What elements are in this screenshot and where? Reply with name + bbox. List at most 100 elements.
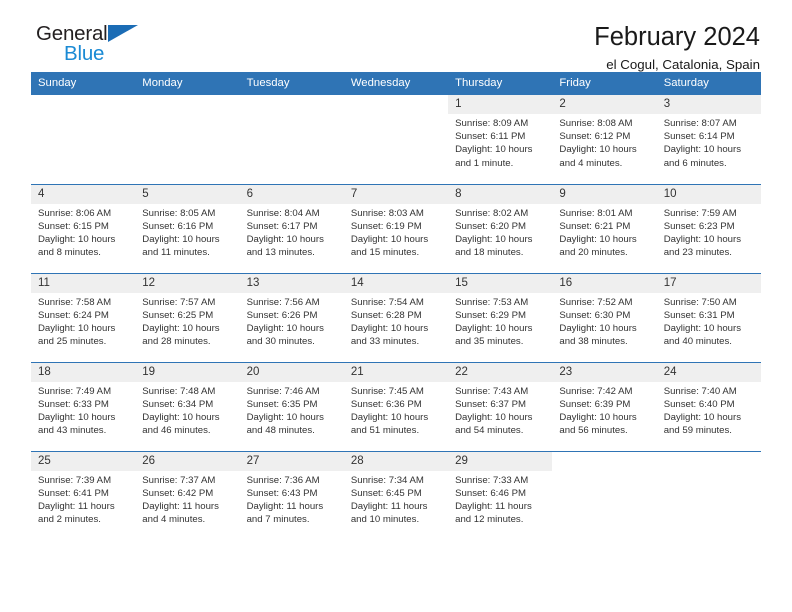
calendar-day-cell[interactable]: 1 Sunrise: 8:09 AM Sunset: 6:11 PM Daylight… xyxy=(448,95,553,184)
day-details: Sunrise: 7:37 AM Sunset: 6:42 PM Daylight:… xyxy=(135,471,239,527)
sunrise-time: Sunrise: 8:04 AM xyxy=(246,207,320,219)
daylight-duration-line1: Daylight: 10 hours xyxy=(663,411,742,423)
calendar-day-cell[interactable]: 11 Sunrise: 7:58 AM Sunset: 6:24 PM Dayligh… xyxy=(31,272,136,362)
day-details: Sunrise: 8:09 AM Sunset: 6:11 PM Daylight:… xyxy=(448,114,552,170)
day-number: 10 xyxy=(656,184,761,204)
day-details: Sunrise: 8:02 AM Sunset: 6:20 PM Daylight:… xyxy=(448,204,552,260)
calendar-day-cell[interactable]: 6 Sunrise: 8:04 AM Sunset: 6:17 PM Daylight… xyxy=(239,183,344,273)
day-number: 23 xyxy=(552,362,657,382)
sunset-time: Sunset: 6:45 PM xyxy=(350,487,422,499)
calendar-header-row: Sunday Monday Tuesday Wednesday Thursday… xyxy=(31,72,761,95)
calendar-day-cell[interactable]: 29 Sunrise: 7:33 AM Sunset: 6:46 PM Dayligh… xyxy=(448,450,553,540)
calendar-day-cell[interactable]: 2 Sunrise: 8:08 AM Sunset: 6:12 PM Daylight… xyxy=(552,95,657,184)
calendar-day-cell[interactable]: 18 Sunrise: 7:49 AM Sunset: 6:33 PM Dayligh… xyxy=(31,361,136,451)
generalblue-logo[interactable]: General Blue xyxy=(36,22,156,68)
day-details: Sunrise: 8:01 AM Sunset: 6:21 PM Daylight:… xyxy=(552,204,656,260)
calendar-day-cell[interactable] xyxy=(135,95,240,184)
sunset-time: Sunset: 6:35 PM xyxy=(246,398,318,410)
calendar-day-cell[interactable]: 26 Sunrise: 7:37 AM Sunset: 6:42 PM Dayligh… xyxy=(135,450,240,540)
calendar-day-cell[interactable]: 9 Sunrise: 8:01 AM Sunset: 6:21 PM Daylight… xyxy=(552,183,657,273)
calendar-day-cell[interactable]: 28 Sunrise: 7:34 AM Sunset: 6:45 PM Dayligh… xyxy=(343,450,449,540)
sunrise-time: Sunrise: 8:01 AM xyxy=(559,207,633,219)
calendar-week-row: 18 Sunrise: 7:49 AM Sunset: 6:33 PM Dayligh… xyxy=(31,361,761,451)
day-number xyxy=(135,95,239,114)
calendar-day-cell[interactable]: 5 Sunrise: 8:05 AM Sunset: 6:16 PM Daylight… xyxy=(135,183,240,273)
calendar-day-cell[interactable]: 13 Sunrise: 7:56 AM Sunset: 6:26 PM Dayligh… xyxy=(239,272,344,362)
day-number: 28 xyxy=(343,451,449,471)
daylight-duration-line2: and 10 minutes. xyxy=(350,514,420,526)
daylight-duration-line2: and 51 minutes. xyxy=(350,425,420,437)
sunrise-time: Sunrise: 7:49 AM xyxy=(38,385,112,397)
daylight-duration-line2: and 13 minutes. xyxy=(246,247,315,259)
daylight-duration-line1: Daylight: 10 hours xyxy=(38,233,116,245)
daylight-duration-line2: and 23 minutes. xyxy=(663,247,732,259)
calendar-day-cell[interactable] xyxy=(31,95,136,184)
day-details: Sunrise: 7:34 AM Sunset: 6:45 PM Daylight:… xyxy=(344,471,448,527)
day-number: 20 xyxy=(239,362,344,382)
calendar-day-cell[interactable]: 10 Sunrise: 7:59 AM Sunset: 6:23 PM Dayligh… xyxy=(656,183,761,273)
day-number xyxy=(552,452,656,471)
title-block: February 2024 el Cogul, Catalonia, Spain xyxy=(594,22,761,75)
sunset-time: Sunset: 6:41 PM xyxy=(38,487,109,499)
day-cell-content: 22 Sunrise: 7:43 AM Sunset: 6:37 PM Dayligh… xyxy=(448,362,553,451)
day-number: 4 xyxy=(31,184,136,204)
daylight-duration-line1: Daylight: 10 hours xyxy=(142,411,220,423)
daylight-duration-line1: Daylight: 11 hours xyxy=(455,500,532,512)
sunrise-time: Sunrise: 8:03 AM xyxy=(350,207,424,219)
calendar-day-cell[interactable]: 27 Sunrise: 7:36 AM Sunset: 6:43 PM Dayligh… xyxy=(239,450,344,540)
daylight-duration-line1: Daylight: 10 hours xyxy=(350,411,429,423)
calendar-day-cell[interactable]: 7 Sunrise: 8:03 AM Sunset: 6:19 PM Daylight… xyxy=(343,183,449,273)
calendar-day-cell[interactable]: 12 Sunrise: 7:57 AM Sunset: 6:25 PM Dayligh… xyxy=(135,272,240,362)
day-details xyxy=(657,471,761,474)
daylight-duration-line1: Daylight: 10 hours xyxy=(559,411,637,423)
sunrise-time: Sunrise: 7:42 AM xyxy=(559,385,633,397)
calendar-day-cell[interactable]: 3 Sunrise: 8:07 AM Sunset: 6:14 PM Daylight… xyxy=(656,95,761,184)
sunrise-time: Sunrise: 7:59 AM xyxy=(663,207,737,219)
day-details: Sunrise: 7:36 AM Sunset: 6:43 PM Daylight:… xyxy=(240,471,344,527)
calendar-day-cell[interactable]: 14 Sunrise: 7:54 AM Sunset: 6:28 PM Dayligh… xyxy=(343,272,449,362)
calendar-week-row: 4 Sunrise: 8:06 AM Sunset: 6:15 PM Daylight… xyxy=(31,183,761,273)
day-number xyxy=(240,95,344,114)
calendar-day-cell[interactable]: 19 Sunrise: 7:48 AM Sunset: 6:34 PM Dayligh… xyxy=(135,361,240,451)
sunset-time: Sunset: 6:26 PM xyxy=(246,309,318,321)
daylight-duration-line2: and 11 minutes. xyxy=(142,247,210,259)
calendar-day-cell[interactable]: 23 Sunrise: 7:42 AM Sunset: 6:39 PM Dayligh… xyxy=(552,361,657,451)
calendar-day-cell[interactable]: 8 Sunrise: 8:02 AM Sunset: 6:20 PM Daylight… xyxy=(448,183,553,273)
day-cell-content: 9 Sunrise: 8:01 AM Sunset: 6:21 PM Daylight… xyxy=(552,184,657,273)
day-details: Sunrise: 7:40 AM Sunset: 6:40 PM Daylight:… xyxy=(657,382,761,438)
daylight-duration-line1: Daylight: 10 hours xyxy=(142,322,220,334)
day-number: 2 xyxy=(552,95,657,114)
weekday-header-tuesday: Tuesday xyxy=(239,72,344,95)
calendar-day-cell[interactable]: 25 Sunrise: 7:39 AM Sunset: 6:41 PM Dayligh… xyxy=(31,450,136,540)
day-number xyxy=(31,95,135,114)
sunset-time: Sunset: 6:20 PM xyxy=(455,220,527,232)
calendar-day-cell[interactable] xyxy=(343,95,449,184)
calendar-day-cell[interactable]: 20 Sunrise: 7:46 AM Sunset: 6:35 PM Dayligh… xyxy=(239,361,344,451)
sunset-time: Sunset: 6:11 PM xyxy=(455,131,526,143)
calendar-day-cell[interactable]: 4 Sunrise: 8:06 AM Sunset: 6:15 PM Daylight… xyxy=(31,183,136,273)
calendar-day-cell[interactable] xyxy=(239,95,344,184)
calendar-day-cell[interactable]: 24 Sunrise: 7:40 AM Sunset: 6:40 PM Dayligh… xyxy=(656,361,761,451)
daylight-duration-line2: and 15 minutes. xyxy=(350,247,420,259)
calendar-day-cell[interactable]: 15 Sunrise: 7:53 AM Sunset: 6:29 PM Dayligh… xyxy=(448,272,553,362)
calendar-day-cell[interactable]: 16 Sunrise: 7:52 AM Sunset: 6:30 PM Dayligh… xyxy=(552,272,657,362)
calendar-day-cell[interactable]: 17 Sunrise: 7:50 AM Sunset: 6:31 PM Dayligh… xyxy=(656,272,761,362)
daylight-duration-line1: Daylight: 10 hours xyxy=(663,322,742,334)
day-details: Sunrise: 8:04 AM Sunset: 6:17 PM Daylight:… xyxy=(240,204,344,260)
daylight-duration-line2: and 4 minutes. xyxy=(559,157,623,169)
day-number: 9 xyxy=(552,184,657,204)
calendar-day-cell[interactable]: 21 Sunrise: 7:45 AM Sunset: 6:36 PM Dayligh… xyxy=(343,361,449,451)
calendar-day-cell[interactable] xyxy=(552,450,657,540)
calendar-day-cell[interactable] xyxy=(656,450,761,540)
daylight-duration-line2: and 4 minutes. xyxy=(142,514,206,526)
day-number: 15 xyxy=(448,273,553,293)
calendar-day-cell[interactable]: 22 Sunrise: 7:43 AM Sunset: 6:37 PM Dayligh… xyxy=(448,361,553,451)
calendar-week-row: 11 Sunrise: 7:58 AM Sunset: 6:24 PM Dayligh… xyxy=(31,272,761,362)
sunrise-sunset-calendar: Sunday Monday Tuesday Wednesday Thursday… xyxy=(31,72,761,540)
sunrise-time: Sunrise: 8:08 AM xyxy=(559,118,633,129)
daylight-duration-line2: and 48 minutes. xyxy=(246,425,315,437)
daylight-duration-line1: Daylight: 11 hours xyxy=(350,500,428,512)
day-number: 14 xyxy=(343,273,449,293)
sunset-time: Sunset: 6:24 PM xyxy=(38,309,109,321)
sunset-time: Sunset: 6:19 PM xyxy=(350,220,422,232)
